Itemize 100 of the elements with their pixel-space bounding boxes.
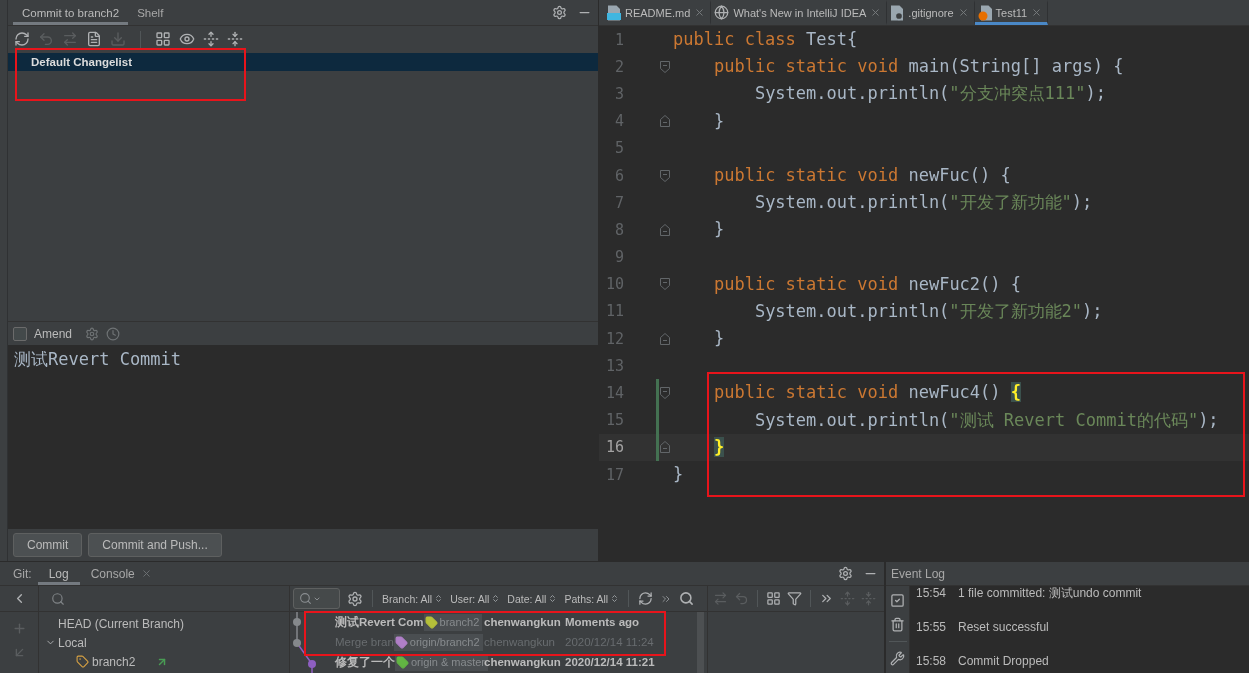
tool-tab[interactable]: Log (37, 562, 80, 585)
editor-tab[interactable]: .gitignore (887, 0, 975, 25)
refresh-icon[interactable] (14, 31, 30, 47)
up-down-caret-icon (610, 594, 620, 603)
code-line: } (712, 218, 725, 242)
search-field[interactable] (293, 588, 340, 609)
collapse-icon[interactable] (227, 31, 243, 47)
line-number: 12 (604, 329, 624, 348)
close-icon[interactable] (140, 568, 152, 579)
tag-label: origin & master (411, 656, 485, 668)
editor-tab[interactable]: Test11 (974, 0, 1049, 25)
eye-icon[interactable] (179, 31, 195, 47)
line-number: 5 (613, 139, 624, 158)
code-line: System.out.println("开发了新功能"); (753, 191, 1093, 215)
panel-tab[interactable]: Commit to branch2 (13, 0, 129, 25)
log-message: Commit Dropped (958, 654, 1049, 670)
tag-label: branch2 (439, 616, 480, 628)
file-icon (890, 4, 905, 21)
line-number: 4 (613, 112, 624, 131)
panel-tab[interactable]: Shelf (128, 0, 173, 25)
fold-marker-icon[interactable] (660, 115, 670, 128)
code-line: System.out.println("测试 Revert Commit的代码"); (753, 408, 1219, 432)
code-line: public static void newFuc4() { (712, 381, 1022, 405)
amend-label[interactable]: Amend (34, 326, 73, 341)
scrollbar[interactable] (697, 612, 704, 673)
tool-window-title: Git: (13, 565, 32, 583)
settings-icon[interactable] (85, 326, 100, 341)
line-number: 13 (604, 356, 624, 375)
globe-icon (714, 5, 730, 20)
filter-icon[interactable] (787, 591, 802, 606)
code-line: } (712, 327, 725, 351)
log-message: Reset successful (958, 620, 1049, 636)
expand-icon[interactable] (203, 31, 219, 47)
commit-message-field[interactable]: 测试Revert Commit (8, 345, 598, 529)
tree-item[interactable]: HEAD (Current Branch) (58, 616, 185, 631)
code-line: public static void newFuc() { (712, 163, 1011, 187)
settings-icon[interactable] (347, 590, 363, 607)
code-line: } (672, 463, 684, 486)
filter-dropdown[interactable]: Branch: All (382, 592, 444, 605)
tag-icon (76, 655, 89, 668)
line-number: 11 (604, 302, 624, 321)
filter-dropdown[interactable]: Date: All (507, 592, 558, 605)
markdown-file-icon (607, 4, 621, 21)
fold-marker-icon[interactable] (660, 60, 670, 73)
check-square-icon[interactable] (890, 593, 905, 608)
close-icon[interactable] (957, 7, 969, 18)
tree-item[interactable]: branch2 (92, 654, 136, 669)
line-number: 8 (613, 220, 624, 239)
fold-marker-icon[interactable] (660, 387, 670, 400)
commit-message[interactable]: 测试Revert Com (335, 614, 424, 630)
log-time: 15:55 (916, 620, 947, 636)
commit-message[interactable]: 修复了一个 (335, 654, 395, 670)
wrench-icon[interactable] (890, 651, 905, 666)
tool-window-title: Event Log (891, 566, 946, 581)
grid-icon[interactable] (155, 31, 171, 47)
code-line: public static void main(String[] args) { (712, 55, 1124, 79)
changelist-item[interactable]: Default Changelist (8, 53, 598, 71)
code-line: } (712, 109, 725, 133)
amend-checkbox[interactable] (13, 326, 27, 341)
fold-marker-icon[interactable] (660, 441, 670, 454)
fold-marker-icon[interactable] (660, 169, 670, 182)
refresh-icon[interactable] (638, 591, 654, 606)
close-icon[interactable] (694, 7, 706, 18)
code-line: public static void newFuc2() { (712, 272, 1022, 296)
grid-icon[interactable] (766, 591, 781, 606)
document-icon[interactable] (86, 31, 102, 47)
log-time: 15:54 (916, 586, 947, 602)
tool-tab[interactable]: Console (79, 562, 163, 585)
line-number: 17 (604, 465, 624, 484)
close-icon[interactable] (1031, 7, 1043, 18)
commit-date: Moments ago (564, 616, 641, 628)
fold-marker-icon[interactable] (660, 223, 670, 236)
line-number: 1 (613, 30, 624, 49)
log-message: 1 file committed: 测试undo commit (958, 586, 1142, 602)
line-number: 9 (613, 248, 624, 267)
search-icon (299, 592, 312, 605)
clock-icon[interactable] (106, 326, 121, 341)
editor-tab[interactable]: What's New in IntelliJ IDEA (711, 0, 888, 25)
commit-author: chenwangkun (483, 616, 561, 628)
up-down-caret-icon (548, 594, 558, 603)
settings-icon[interactable] (838, 566, 853, 581)
trash-icon[interactable] (890, 617, 905, 632)
code-line: System.out.println("开发了新功能2"); (753, 299, 1103, 323)
code-line: System.out.println("分支冲突点111"); (753, 82, 1107, 106)
line-number: 2 (613, 57, 624, 76)
editor-tab[interactable]: README.md (604, 0, 712, 25)
settings-icon[interactable] (552, 5, 567, 20)
tree-item[interactable]: Local (58, 635, 87, 650)
close-icon[interactable] (870, 7, 882, 18)
tag-label: origin/branch2 (409, 636, 480, 648)
line-number: 14 (604, 384, 624, 403)
search-icon[interactable] (679, 591, 695, 606)
fold-marker-icon[interactable] (660, 278, 670, 291)
line-number: 16 (604, 438, 624, 457)
filter-dropdown[interactable]: User: All (450, 592, 501, 605)
commit-button[interactable]: Commit and Push... (88, 533, 222, 557)
log-time: 15:58 (916, 654, 947, 670)
filter-dropdown[interactable]: Paths: All (564, 592, 620, 605)
commit-button[interactable]: Commit (13, 533, 83, 557)
fold-marker-icon[interactable] (660, 332, 670, 345)
